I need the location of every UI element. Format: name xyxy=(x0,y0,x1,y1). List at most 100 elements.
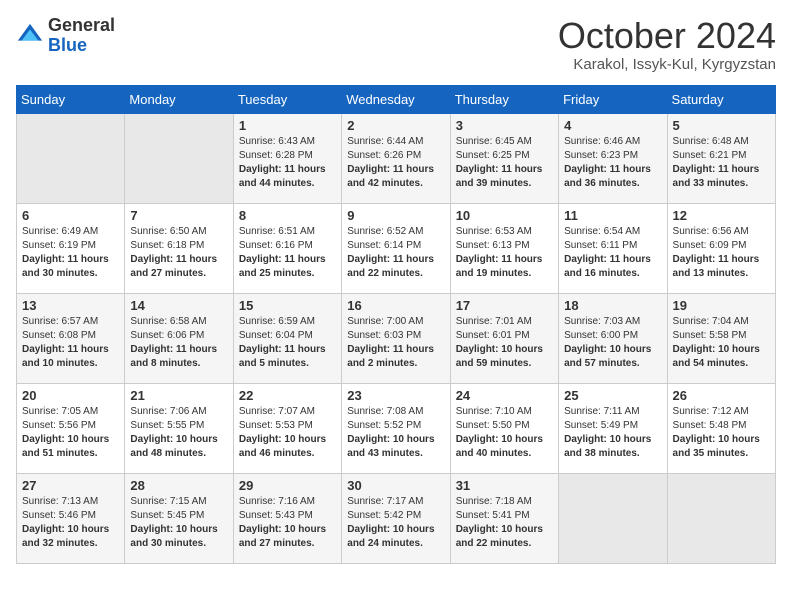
calendar-cell: 25 Sunrise: 7:11 AMSunset: 5:49 PMDayligh… xyxy=(559,383,667,473)
calendar-cell: 13 Sunrise: 6:57 AMSunset: 6:08 PMDayligh… xyxy=(17,293,125,383)
day-number: 15 xyxy=(239,298,336,313)
cell-info: Sunrise: 7:18 AMSunset: 5:41 PMDaylight:… xyxy=(456,495,553,551)
cell-info: Sunrise: 6:53 AMSunset: 6:13 PMDaylight:… xyxy=(456,225,553,281)
day-number: 8 xyxy=(239,208,336,223)
cell-info: Sunrise: 6:48 AMSunset: 6:21 PMDaylight:… xyxy=(673,135,770,191)
logo: General Blue xyxy=(16,16,115,56)
cell-info: Sunrise: 7:01 AMSunset: 6:01 PMDaylight:… xyxy=(456,315,553,371)
cell-info: Sunrise: 7:11 AMSunset: 5:49 PMDaylight:… xyxy=(564,405,661,461)
day-number: 11 xyxy=(564,208,661,223)
location: Karakol, Issyk-Kul, Kyrgyzstan xyxy=(558,56,776,73)
day-number: 13 xyxy=(22,298,119,313)
calendar-cell: 14Sunrise: 6:58 AMSunset: 6:06 PMDayligh… xyxy=(125,293,233,383)
day-of-week-header: Sunday xyxy=(17,85,125,113)
day-number: 20 xyxy=(22,388,119,403)
calendar-cell: 27 Sunrise: 7:13 AMSunset: 5:46 PMDayligh… xyxy=(17,473,125,563)
calendar-cell: 31 Sunrise: 7:18 AMSunset: 5:41 PMDayligh… xyxy=(450,473,558,563)
calendar-cell: 21 Sunrise: 7:06 AMSunset: 5:55 PMDayligh… xyxy=(125,383,233,473)
day-number: 17 xyxy=(456,298,553,313)
cell-info: Sunrise: 7:15 AMSunset: 5:45 PMDaylight:… xyxy=(130,495,227,551)
cell-info: Sunrise: 6:59 AMSunset: 6:04 PMDaylight:… xyxy=(239,315,336,371)
calendar-cell: 9 Sunrise: 6:52 AMSunset: 6:14 PMDaylight… xyxy=(342,203,450,293)
day-number: 28 xyxy=(130,478,227,493)
cell-info: Sunrise: 6:45 AMSunset: 6:25 PMDaylight:… xyxy=(456,135,553,191)
day-number: 14 xyxy=(130,298,227,313)
calendar-table: SundayMondayTuesdayWednesdayThursdayFrid… xyxy=(16,85,776,564)
cell-info: Sunrise: 6:50 AMSunset: 6:18 PMDaylight:… xyxy=(130,225,227,281)
calendar-cell: 7 Sunrise: 6:50 AMSunset: 6:18 PMDaylight… xyxy=(125,203,233,293)
day-number: 9 xyxy=(347,208,444,223)
calendar-week-row: 13 Sunrise: 6:57 AMSunset: 6:08 PMDayligh… xyxy=(17,293,776,383)
calendar-cell: 26 Sunrise: 7:12 AMSunset: 5:48 PMDayligh… xyxy=(667,383,775,473)
calendar-cell xyxy=(125,113,233,203)
day-of-week-header: Tuesday xyxy=(233,85,341,113)
calendar-cell xyxy=(667,473,775,563)
calendar-cell: 28 Sunrise: 7:15 AMSunset: 5:45 PMDayligh… xyxy=(125,473,233,563)
day-number: 4 xyxy=(564,118,661,133)
cell-info: Sunrise: 7:16 AMSunset: 5:43 PMDaylight:… xyxy=(239,495,336,551)
day-number: 27 xyxy=(22,478,119,493)
day-number: 10 xyxy=(456,208,553,223)
cell-info: Sunrise: 7:06 AMSunset: 5:55 PMDaylight:… xyxy=(130,405,227,461)
day-number: 23 xyxy=(347,388,444,403)
calendar-cell: 19Sunrise: 7:04 AMSunset: 5:58 PMDayligh… xyxy=(667,293,775,383)
day-number: 26 xyxy=(673,388,770,403)
logo-general-text: General xyxy=(48,15,115,35)
calendar-cell: 30Sunrise: 7:17 AMSunset: 5:42 PMDayligh… xyxy=(342,473,450,563)
calendar-cell: 10 Sunrise: 6:53 AMSunset: 6:13 PMDayligh… xyxy=(450,203,558,293)
day-of-week-header: Thursday xyxy=(450,85,558,113)
cell-info: Sunrise: 6:43 AMSunset: 6:28 PMDaylight:… xyxy=(239,135,336,191)
calendar-cell: 4 Sunrise: 6:46 AMSunset: 6:23 PMDaylight… xyxy=(559,113,667,203)
cell-info: Sunrise: 6:57 AMSunset: 6:08 PMDaylight:… xyxy=(22,315,119,371)
month-title: October 2024 xyxy=(558,16,776,56)
day-number: 30 xyxy=(347,478,444,493)
cell-info: Sunrise: 6:44 AMSunset: 6:26 PMDaylight:… xyxy=(347,135,444,191)
cell-info: Sunrise: 7:08 AMSunset: 5:52 PMDaylight:… xyxy=(347,405,444,461)
calendar-cell: 5 Sunrise: 6:48 AMSunset: 6:21 PMDaylight… xyxy=(667,113,775,203)
day-number: 29 xyxy=(239,478,336,493)
calendar-cell: 1 Sunrise: 6:43 AMSunset: 6:28 PMDaylight… xyxy=(233,113,341,203)
logo-icon xyxy=(16,22,44,50)
calendar-cell: 2 Sunrise: 6:44 AMSunset: 6:26 PMDaylight… xyxy=(342,113,450,203)
calendar-week-row: 6Sunrise: 6:49 AMSunset: 6:19 PMDaylight… xyxy=(17,203,776,293)
calendar-cell: 15 Sunrise: 6:59 AMSunset: 6:04 PMDayligh… xyxy=(233,293,341,383)
day-number: 3 xyxy=(456,118,553,133)
day-number: 7 xyxy=(130,208,227,223)
calendar-week-row: 1 Sunrise: 6:43 AMSunset: 6:28 PMDaylight… xyxy=(17,113,776,203)
day-number: 6 xyxy=(22,208,119,223)
cell-info: Sunrise: 7:03 AMSunset: 6:00 PMDaylight:… xyxy=(564,315,661,371)
calendar-cell: 12 Sunrise: 6:56 AMSunset: 6:09 PMDayligh… xyxy=(667,203,775,293)
day-number: 5 xyxy=(673,118,770,133)
calendar-week-row: 27 Sunrise: 7:13 AMSunset: 5:46 PMDayligh… xyxy=(17,473,776,563)
cell-info: Sunrise: 6:54 AMSunset: 6:11 PMDaylight:… xyxy=(564,225,661,281)
day-number: 31 xyxy=(456,478,553,493)
day-of-week-header: Saturday xyxy=(667,85,775,113)
day-number: 2 xyxy=(347,118,444,133)
calendar-cell: 20 Sunrise: 7:05 AMSunset: 5:56 PMDayligh… xyxy=(17,383,125,473)
cell-info: Sunrise: 6:51 AMSunset: 6:16 PMDaylight:… xyxy=(239,225,336,281)
logo-blue-text: Blue xyxy=(48,35,87,55)
day-number: 24 xyxy=(456,388,553,403)
calendar-cell xyxy=(559,473,667,563)
cell-info: Sunrise: 7:12 AMSunset: 5:48 PMDaylight:… xyxy=(673,405,770,461)
day-number: 1 xyxy=(239,118,336,133)
cell-info: Sunrise: 7:00 AMSunset: 6:03 PMDaylight:… xyxy=(347,315,444,371)
day-number: 12 xyxy=(673,208,770,223)
calendar-cell: 3 Sunrise: 6:45 AMSunset: 6:25 PMDaylight… xyxy=(450,113,558,203)
day-of-week-header: Friday xyxy=(559,85,667,113)
cell-info: Sunrise: 6:46 AMSunset: 6:23 PMDaylight:… xyxy=(564,135,661,191)
day-number: 19 xyxy=(673,298,770,313)
cell-info: Sunrise: 7:05 AMSunset: 5:56 PMDaylight:… xyxy=(22,405,119,461)
calendar-header-row: SundayMondayTuesdayWednesdayThursdayFrid… xyxy=(17,85,776,113)
day-number: 18 xyxy=(564,298,661,313)
calendar-week-row: 20 Sunrise: 7:05 AMSunset: 5:56 PMDayligh… xyxy=(17,383,776,473)
cell-info: Sunrise: 6:52 AMSunset: 6:14 PMDaylight:… xyxy=(347,225,444,281)
calendar-cell: 8 Sunrise: 6:51 AMSunset: 6:16 PMDaylight… xyxy=(233,203,341,293)
day-number: 25 xyxy=(564,388,661,403)
calendar-cell: 11 Sunrise: 6:54 AMSunset: 6:11 PMDayligh… xyxy=(559,203,667,293)
cell-info: Sunrise: 6:56 AMSunset: 6:09 PMDaylight:… xyxy=(673,225,770,281)
day-of-week-header: Monday xyxy=(125,85,233,113)
cell-info: Sunrise: 7:13 AMSunset: 5:46 PMDaylight:… xyxy=(22,495,119,551)
day-number: 21 xyxy=(130,388,227,403)
calendar-cell: 24Sunrise: 7:10 AMSunset: 5:50 PMDayligh… xyxy=(450,383,558,473)
